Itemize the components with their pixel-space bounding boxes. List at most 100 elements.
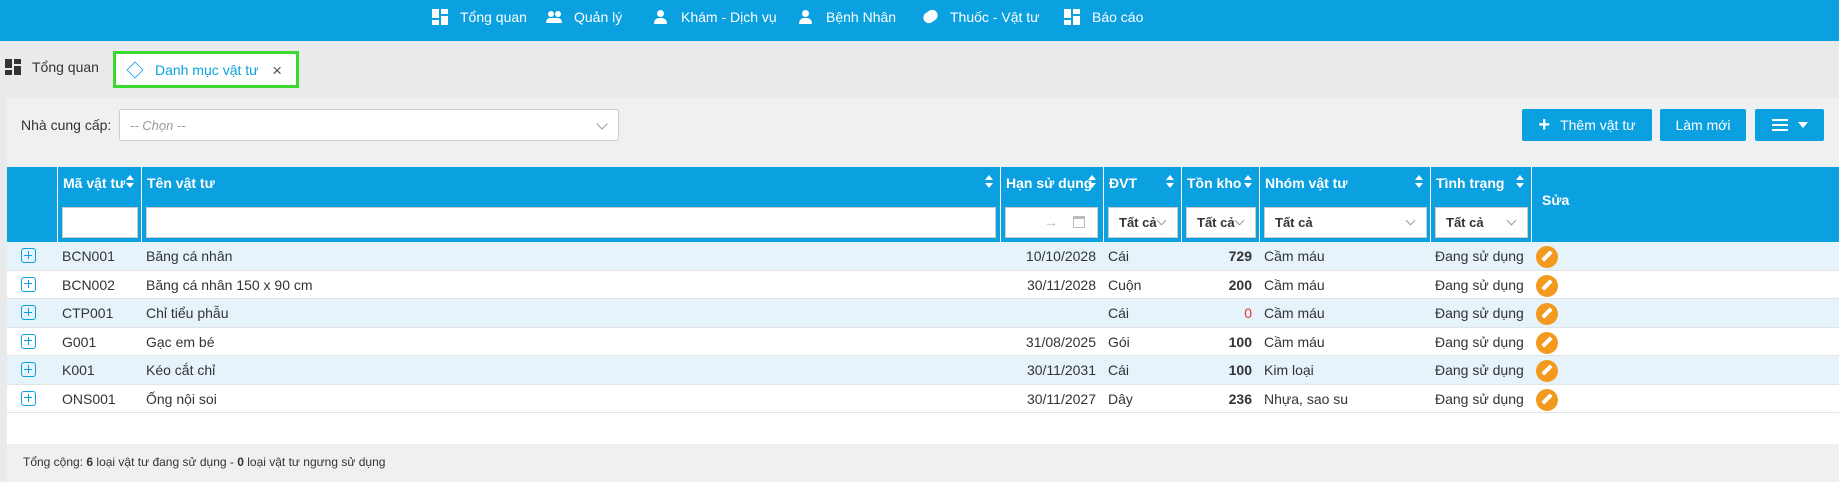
cell-code: ONS001 [62, 390, 116, 407]
cell-stock: 236 [1228, 390, 1252, 407]
cell-unit: Cái [1108, 362, 1130, 379]
nav-item-overview[interactable]: Tổng quan [432, 0, 527, 34]
stock-filter-select[interactable]: Tất cả [1186, 207, 1256, 238]
header-status[interactable]: Tình trạng Tất cả [1430, 167, 1531, 242]
nav-item-reports[interactable]: Báo cáo [1064, 0, 1143, 34]
arrow-right-icon: → [1044, 214, 1058, 230]
cell-group: Kim loại [1264, 362, 1314, 379]
summary-middle: loại vật tư đang sử dụng - [93, 455, 238, 469]
expiry-date-range-filter[interactable]: → [1005, 207, 1098, 238]
doctor-icon [653, 9, 671, 25]
edit-pencil-icon[interactable] [1536, 274, 1558, 297]
add-supply-button[interactable]: + Thêm vật tư [1522, 109, 1652, 141]
add-supply-label: Thêm vật tư [1560, 117, 1636, 133]
group-filter-select[interactable]: Tất cả [1264, 207, 1427, 238]
edit-pencil-icon[interactable] [1536, 360, 1558, 382]
cell-group: Cầm máu [1264, 276, 1325, 293]
header-label: Hạn sử dụng [1006, 175, 1093, 191]
name-filter-input[interactable] [146, 207, 996, 238]
header-expand [7, 167, 57, 242]
close-icon[interactable]: × [272, 61, 282, 81]
chevron-down-icon [1405, 215, 1416, 226]
nav-item-label: Tổng quan [460, 9, 527, 25]
header-stock[interactable]: Tồn kho Tất cả [1181, 167, 1259, 242]
filter-value: Tất cả [1197, 215, 1235, 230]
chevron-down-icon [596, 118, 608, 130]
header-expiry[interactable]: Hạn sử dụng → [1000, 167, 1103, 242]
sort-icon[interactable] [126, 175, 135, 189]
cell-group: Nhựa, sao su [1264, 390, 1349, 407]
sort-icon[interactable] [1088, 175, 1097, 189]
sort-icon[interactable] [985, 175, 994, 189]
nav-item-label: Báo cáo [1092, 9, 1144, 25]
header-label: ĐVT [1109, 175, 1137, 191]
header-unit[interactable]: ĐVT Tất cả [1103, 167, 1181, 242]
cell-name: Chỉ tiểu phẫu [146, 305, 229, 322]
cell-code: K001 [62, 362, 95, 379]
edit-pencil-icon[interactable] [1536, 246, 1558, 268]
cell-unit: Cuộn [1108, 276, 1142, 293]
status-filter-select[interactable]: Tất cả [1435, 207, 1528, 238]
cell-group: Cầm máu [1264, 305, 1325, 322]
cell-status: Đang sử dụng [1435, 248, 1524, 265]
header-name[interactable]: Tên vật tư [141, 167, 1000, 242]
cell-group: Cầm máu [1264, 333, 1325, 350]
supplier-select[interactable]: -- Chọn -- [119, 109, 619, 141]
tab-label: Danh mục vật tư [155, 61, 259, 78]
supplies-table: Mã vật tư Tên vật tư Hạn sử dụng → ĐVT T… [7, 167, 1839, 444]
table-row[interactable]: BCN001 Băng cá nhân 10/10/2028 Cái 729 Cầm má… [7, 242, 1839, 271]
cell-unit: Cái [1108, 305, 1130, 322]
expand-row-icon[interactable] [21, 390, 36, 406]
sort-icon[interactable] [1516, 175, 1525, 189]
table-row[interactable]: G001 Gạc em bé 31/08/2025 Gói 100 Cầm máu Đang… [7, 327, 1839, 356]
header-code[interactable]: Mã vật tư [57, 167, 141, 242]
summary-suffix: loại vật tư ngưng sử dụng [243, 455, 386, 469]
expand-row-icon[interactable] [21, 362, 36, 377]
code-filter-input[interactable] [62, 207, 138, 238]
expand-row-icon[interactable] [21, 305, 36, 320]
top-nav: Tổng quan Quản lý Khám - Dịch vụ Bệnh Nh… [0, 0, 1839, 41]
expand-row-icon[interactable] [21, 248, 36, 263]
filter-value: Tất cả [1275, 215, 1313, 230]
column-chooser-button[interactable] [1755, 109, 1824, 141]
edit-pencil-icon[interactable] [1536, 331, 1558, 354]
cell-code: G001 [62, 333, 97, 350]
cell-expiry: 10/10/2028 [1025, 248, 1096, 265]
edit-pencil-icon[interactable] [1536, 303, 1558, 325]
cell-code: BCN001 [62, 248, 115, 265]
expand-row-icon[interactable] [21, 276, 36, 292]
nav-item-services[interactable]: Khám - Dịch vụ [653, 0, 777, 34]
sort-icon[interactable] [1415, 175, 1424, 189]
table-row[interactable]: BCN002 Băng cá nhân 150 x 90 cm 30/11/2028… [7, 270, 1839, 299]
cell-stock: 100 [1228, 333, 1252, 350]
cell-name: Gạc em bé [146, 333, 215, 350]
refresh-button[interactable]: Làm mới [1660, 109, 1746, 141]
sort-icon[interactable] [1244, 175, 1253, 189]
cell-expiry: 30/11/2031 [1026, 362, 1096, 379]
edit-pencil-icon[interactable] [1536, 388, 1558, 411]
nav-item-management[interactable]: Quản lý [546, 0, 622, 34]
table-row[interactable]: CTP001 Chỉ tiểu phẫu Cái 0 Cầm máu Đang sử dụ… [7, 299, 1839, 328]
sort-icon[interactable] [1166, 175, 1175, 189]
cell-code: CTP001 [62, 305, 114, 322]
nav-item-patients[interactable]: Bệnh Nhân [798, 0, 896, 34]
cell-stock: 100 [1228, 362, 1252, 379]
table-row[interactable]: ONS001 Ống nội soi 30/11/2027 Dây 236 Nhựa, s… [7, 384, 1839, 413]
header-group[interactable]: Nhóm vật tư Tất cả [1259, 167, 1430, 242]
tab-overview[interactable]: Tổng quan [5, 59, 99, 75]
table-row[interactable]: K001 Kéo cắt chỉ 30/11/2031 Cái 100 Kim loại Đ… [7, 356, 1839, 385]
nav-item-label: Quản lý [574, 9, 623, 25]
nav-item-medicine[interactable]: Thuốc - Vật tư [922, 0, 1040, 34]
nav-item-label: Khám - Dịch vụ [681, 9, 777, 25]
chevron-down-icon [1506, 215, 1517, 226]
header-label: Tồn kho [1187, 175, 1242, 191]
cell-name: Băng cá nhân [146, 248, 233, 265]
unit-filter-select[interactable]: Tất cả [1108, 207, 1178, 238]
tab-supplies-catalog[interactable]: Danh mục vật tư × [113, 51, 299, 88]
tab-label: Tổng quan [32, 59, 99, 75]
expand-row-icon[interactable] [21, 333, 36, 349]
cell-unit: Dây [1108, 390, 1133, 407]
cell-status: Đang sử dụng [1435, 305, 1524, 322]
cell-unit: Cái [1108, 248, 1130, 265]
users-icon [546, 9, 564, 25]
